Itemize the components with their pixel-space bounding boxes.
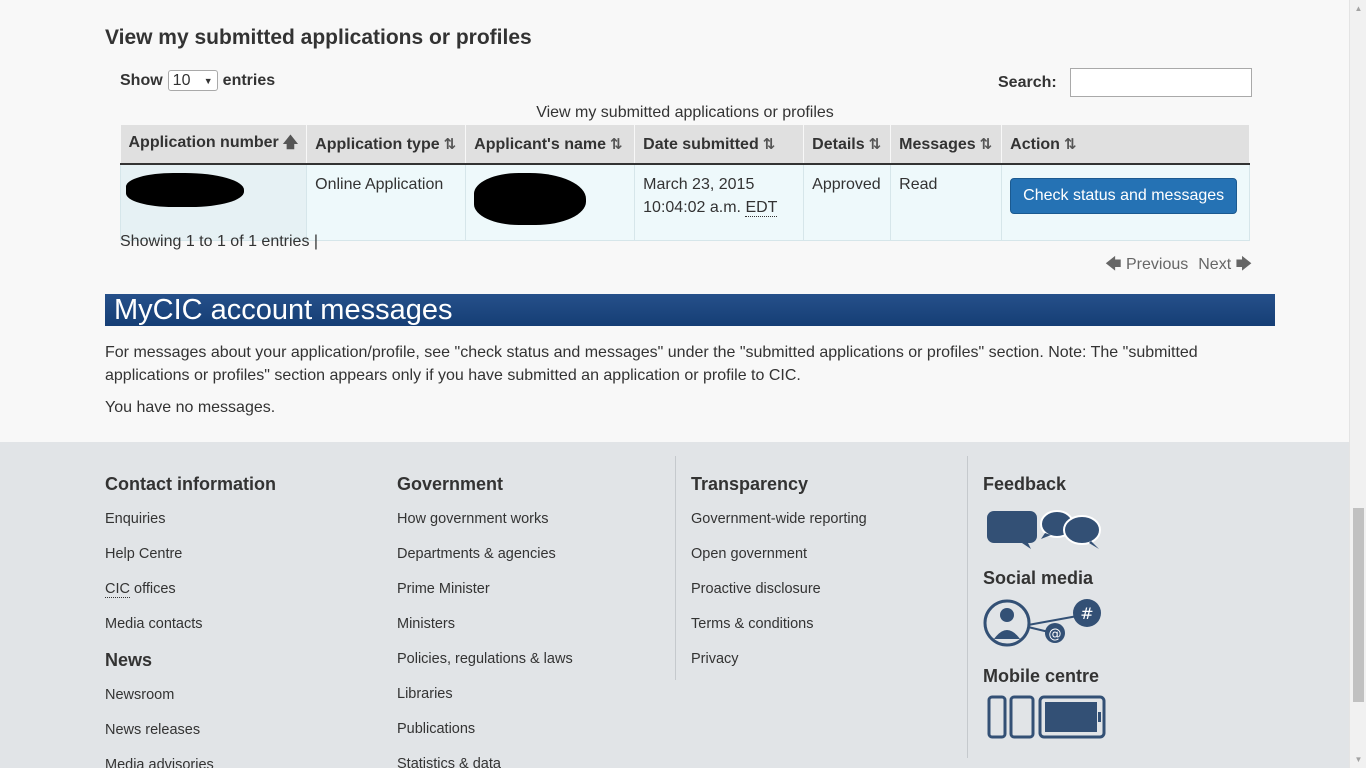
col-application-number[interactable]: Application number 🡅 <box>120 125 308 165</box>
mobile-centre-icon[interactable] <box>983 695 1107 746</box>
chevron-down-icon: ▼ <box>203 75 213 86</box>
redacted-applicant-name <box>474 173 587 225</box>
social-media-icon[interactable]: @ # <box>983 597 1107 654</box>
footer-social-column: Feedback Social media @ # Mobile centre <box>983 442 1107 746</box>
footer-link-cic-offices[interactable]: CIC offices <box>105 581 276 616</box>
footer-divider <box>967 456 968 758</box>
showing-entries-info: Showing 1 to 1 of 1 entries | <box>120 233 319 250</box>
footer-social-title: Social media <box>983 568 1094 588</box>
applications-table: Application number 🡅 Application type ⇅ Ap… <box>119 125 1250 241</box>
footer-link[interactable]: How government works <box>397 511 573 546</box>
sort-icon: ⇅ <box>610 135 623 153</box>
table-row: Online Application March 23, 2015 10:04:… <box>119 163 1250 241</box>
footer-link-media-contacts[interactable]: Media contacts <box>105 616 276 651</box>
col-date-submitted[interactable]: Date submitted ⇅ <box>634 125 805 165</box>
footer-government-title: Government <box>397 474 504 494</box>
main-content: View my submitted applications or profil… <box>0 0 1349 442</box>
cell-application-number <box>119 163 308 241</box>
sort-icon: ⇅ <box>762 135 776 153</box>
footer-link-media-advisories[interactable]: Media advisories <box>105 757 276 768</box>
arrow-right-icon: 🡆 <box>1235 256 1253 273</box>
footer-link[interactable]: Statistics & data <box>397 756 573 768</box>
col-applicant-name[interactable]: Applicant's name ⇅ <box>465 125 636 165</box>
previous-button[interactable]: 🡄 Previous <box>1105 253 1188 280</box>
entries-select[interactable]: 10 ▼ <box>167 70 218 91</box>
footer-divider <box>675 456 676 680</box>
check-status-button[interactable]: Check status and messages <box>1010 178 1238 214</box>
sort-icon: ⇅ <box>979 135 993 153</box>
cell-messages: Read <box>890 163 1003 241</box>
footer-link-enquiries[interactable]: Enquiries <box>105 511 276 546</box>
cell-details: Approved <box>803 163 892 241</box>
footer-link[interactable]: Proactive disclosure <box>691 581 867 616</box>
footer-link-help-centre[interactable]: Help Centre <box>105 546 276 581</box>
feedback-icon[interactable] <box>983 507 1107 556</box>
cell-action: Check status and messages <box>1001 163 1250 241</box>
footer-contact-column: Contact information Enquiries Help Centr… <box>105 442 276 768</box>
footer-transparency-title: Transparency <box>691 474 809 494</box>
page: View my submitted applications or profil… <box>0 0 1349 768</box>
messages-banner: MyCIC account messages <box>105 294 1275 326</box>
scroll-up-icon[interactable]: ▲ <box>1350 0 1366 17</box>
sort-icon: ⇅ <box>868 135 882 153</box>
svg-text:#: # <box>1080 604 1093 623</box>
footer-link[interactable]: Open government <box>691 546 867 581</box>
scroll-down-icon[interactable]: ▼ <box>1350 751 1366 768</box>
footer-government-column: Government How government works Departme… <box>397 442 573 768</box>
scrollbar[interactable]: ▲ ▼ <box>1349 0 1366 768</box>
footer-link[interactable]: Prime Minister <box>397 581 573 616</box>
cell-application-type: Online Application <box>306 163 467 241</box>
show-label: Show <box>120 71 163 89</box>
cell-date-submitted: March 23, 2015 10:04:02 a.m. EDT <box>634 163 805 241</box>
col-messages[interactable]: Messages ⇅ <box>890 125 1003 165</box>
footer-link-news-releases[interactable]: News releases <box>105 722 276 757</box>
entries-select-value: 10 <box>172 71 191 89</box>
arrow-left-icon: 🡄 <box>1105 256 1122 273</box>
svg-text:@: @ <box>1049 627 1062 642</box>
search-input[interactable] <box>1069 68 1252 97</box>
footer-link[interactable]: Terms & conditions <box>691 616 867 651</box>
footer-transparency-column: Transparency Government-wide reporting O… <box>691 442 867 686</box>
footer-link[interactable]: Departments & agencies <box>397 546 573 581</box>
entries-label: entries <box>222 71 276 89</box>
table-header-row: Application number 🡅 Application type ⇅ Ap… <box>120 125 1250 165</box>
section-title: View my submitted applications or profil… <box>105 26 532 49</box>
footer-link[interactable]: Policies, regulations & laws <box>397 651 573 686</box>
sort-icon: ⇅ <box>1063 135 1077 153</box>
col-application-type[interactable]: Application type ⇅ <box>306 125 467 165</box>
search-control: Search: <box>998 68 1252 97</box>
col-action[interactable]: Action ⇅ <box>1001 125 1250 165</box>
footer-link-newsroom[interactable]: Newsroom <box>105 687 276 722</box>
footer-feedback-title: Feedback <box>983 474 1067 494</box>
next-button[interactable]: Next 🡆 <box>1198 253 1252 280</box>
footer-link[interactable]: Publications <box>397 721 573 756</box>
pagination: 🡄 Previous Next 🡆 <box>1105 253 1252 280</box>
footer-mobile-title: Mobile centre <box>983 666 1100 686</box>
timezone-abbr: EDT <box>745 199 778 217</box>
cell-applicant-name <box>465 163 636 241</box>
no-messages-text: You have no messages. <box>105 399 276 416</box>
sort-icon: ⇅ <box>443 135 457 153</box>
search-label: Search: <box>998 73 1057 91</box>
show-entries-control: Show 10 ▼ entries <box>120 70 275 91</box>
footer-news-title: News <box>105 650 153 670</box>
scrollbar-thumb[interactable] <box>1353 508 1364 702</box>
sort-up-icon: 🡅 <box>282 133 299 151</box>
footer-link[interactable]: Government-wide reporting <box>691 511 867 546</box>
footer-link[interactable]: Libraries <box>397 686 573 721</box>
table-caption: View my submitted applications or profil… <box>536 104 834 121</box>
messages-description: For messages about your application/prof… <box>105 344 1198 384</box>
footer-link[interactable]: Privacy <box>691 651 867 686</box>
footer-contact-title: Contact information <box>105 474 276 494</box>
site-footer: Contact information Enquiries Help Centr… <box>0 442 1349 768</box>
footer-link[interactable]: Ministers <box>397 616 573 651</box>
redacted-application-number <box>126 173 244 207</box>
col-details[interactable]: Details ⇅ <box>803 125 892 165</box>
